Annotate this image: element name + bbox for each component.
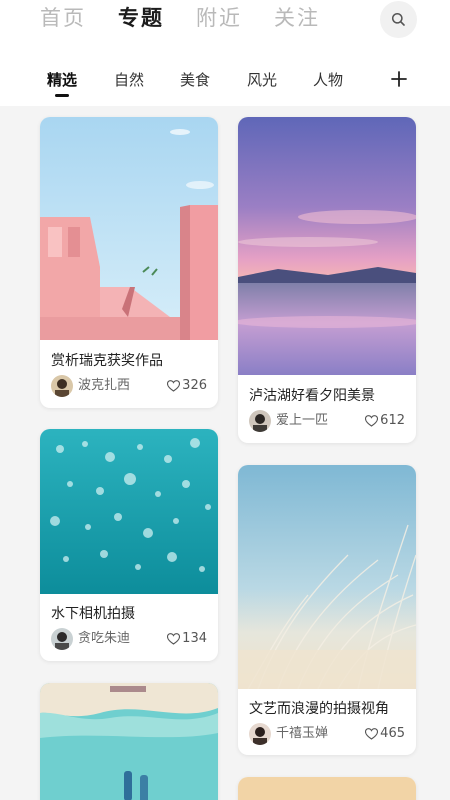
tab-home[interactable]: 首页: [40, 4, 86, 32]
like-count[interactable]: 134: [167, 631, 207, 647]
heart-icon: [365, 728, 379, 740]
card-author[interactable]: 千禧玉婵: [276, 726, 328, 742]
category-nature[interactable]: 自然: [114, 70, 144, 90]
like-count-value: 612: [380, 413, 405, 428]
card-author[interactable]: 爱上一匹: [276, 413, 328, 429]
card-photo: [40, 117, 218, 340]
like-count-value: 326: [182, 378, 207, 393]
active-category-indicator: [55, 94, 69, 97]
card-title: 泸沽湖好看夕阳美景: [249, 388, 375, 404]
card-photo: [238, 117, 416, 375]
card-photo: [40, 683, 218, 800]
category-people[interactable]: 人物: [313, 70, 343, 90]
photo-card[interactable]: 水下相机拍摄 贪吃朱迪 134: [40, 429, 218, 661]
avatar[interactable]: [51, 375, 73, 397]
card-author[interactable]: 贪吃朱迪: [78, 631, 130, 647]
plus-icon[interactable]: [391, 71, 407, 87]
card-title: 水下相机拍摄: [51, 606, 135, 622]
heart-icon: [365, 415, 379, 427]
photo-card[interactable]: [238, 777, 416, 800]
like-count[interactable]: 326: [167, 378, 207, 394]
category-scenery[interactable]: 风光: [247, 70, 277, 90]
photo-card[interactable]: 赏析瑞克获奖作品 波克扎西 326: [40, 117, 218, 408]
tab-nearby[interactable]: 附近: [196, 4, 242, 32]
photo-card[interactable]: 泸沽湖好看夕阳美景 爱上一匹 612: [238, 117, 416, 443]
photo-card[interactable]: [40, 683, 218, 800]
category-featured[interactable]: 精选: [47, 70, 77, 90]
like-count[interactable]: 612: [365, 413, 405, 429]
category-food[interactable]: 美食: [180, 70, 210, 90]
app-screen: 首页 专题 附近 关注 精选 自然 美食 风光 人物 赏析瑞克获奖作品 波克扎西…: [0, 0, 450, 800]
top-nav: 首页 专题 附近 关注: [0, 0, 450, 54]
search-icon: [391, 12, 405, 26]
tab-following[interactable]: 关注: [274, 4, 320, 32]
like-count-value: 465: [380, 726, 405, 741]
heart-icon: [167, 380, 181, 392]
search-button[interactable]: [380, 1, 417, 38]
tab-topics[interactable]: 专题: [118, 4, 164, 32]
like-count[interactable]: 465: [365, 726, 405, 742]
avatar[interactable]: [249, 410, 271, 432]
card-photo: [238, 465, 416, 689]
card-title: 赏析瑞克获奖作品: [51, 353, 163, 369]
card-photo: [40, 429, 218, 594]
heart-icon: [167, 633, 181, 645]
card-title: 文艺而浪漫的拍摄视角: [249, 701, 389, 717]
avatar[interactable]: [249, 723, 271, 745]
photo-card[interactable]: 文艺而浪漫的拍摄视角 千禧玉婵 465: [238, 465, 416, 755]
category-bar: 精选 自然 美食 风光 人物: [0, 54, 450, 106]
card-author[interactable]: 波克扎西: [78, 378, 130, 394]
like-count-value: 134: [182, 631, 207, 646]
card-photo: [238, 777, 416, 800]
avatar[interactable]: [51, 628, 73, 650]
